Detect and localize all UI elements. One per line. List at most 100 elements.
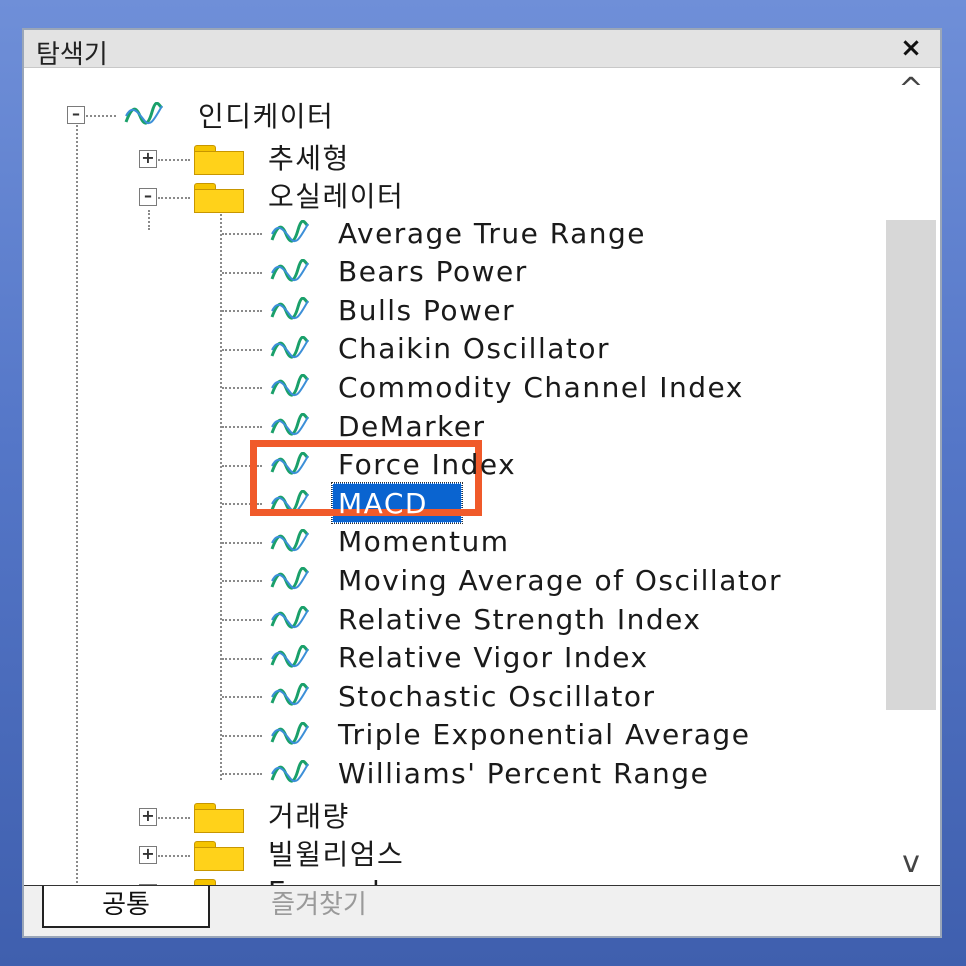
- indicator-icon: [270, 567, 310, 590]
- indicator-icon: [270, 220, 310, 243]
- indicator-icon: [270, 721, 310, 745]
- tree-connector: [76, 114, 78, 885]
- tree-item-volume[interactable]: 거래량: [264, 796, 354, 834]
- tree-item-indicator[interactable]: Relative Strength Index: [334, 600, 705, 638]
- vertical-scrollbar[interactable]: ^ v: [886, 70, 936, 885]
- tree-item-label: 추세형: [268, 142, 350, 175]
- tab-common[interactable]: 공통: [42, 886, 210, 928]
- folder-icon: [194, 145, 246, 175]
- navigator-titlebar: 탐색기 ×: [24, 30, 940, 70]
- tree-item-bill-williams[interactable]: 빌윌리엄스: [264, 834, 408, 872]
- tree-connector: [222, 696, 262, 699]
- tree-item-indicator[interactable]: Stochastic Oscillator: [334, 677, 659, 715]
- expander-trend[interactable]: +: [139, 150, 157, 168]
- scroll-down-arrow-icon[interactable]: v: [886, 845, 936, 885]
- tab-favorites[interactable]: 즐겨찾기: [224, 886, 414, 928]
- tree-item-label: Relative Strength Index: [338, 602, 702, 636]
- tree-item-indicator[interactable]: Relative Vigor Index: [334, 639, 653, 677]
- tree-item-label: Average True Range: [338, 216, 646, 250]
- indicator-icon: [270, 258, 310, 282]
- tree-item-trend[interactable]: 추세형: [264, 138, 354, 176]
- scroll-up-arrow-icon[interactable]: ^: [886, 72, 936, 112]
- indicator-icon: [270, 490, 310, 513]
- tree-connector: [222, 271, 262, 274]
- tree-item-label: 거래량: [268, 800, 350, 833]
- tree-connector: [158, 197, 190, 199]
- tree-connector: [222, 464, 262, 467]
- tree-item-label: DeMarker: [338, 409, 486, 443]
- tree-item-oscillators[interactable]: 오실레이터: [264, 176, 408, 214]
- tree-item-label: Bears Power: [338, 255, 528, 289]
- tree-item-indicator[interactable]: Bears Power: [334, 253, 532, 291]
- folder-icon: [194, 183, 246, 213]
- tree-item-indicators[interactable]: 인디케이터: [194, 96, 338, 134]
- tree-item-indicator[interactable]: Triple Exponential Average: [334, 716, 754, 754]
- folder-icon: [194, 803, 246, 833]
- expander-root[interactable]: –: [67, 106, 85, 124]
- tree-connector: [158, 817, 190, 819]
- indicator-icon: [270, 413, 310, 436]
- tree-item-label: Moving Average of Oscillator: [338, 563, 782, 597]
- tree-item-indicator[interactable]: Force Index: [334, 446, 520, 484]
- tree-connector: [222, 657, 262, 660]
- tree-item-label: Stochastic Oscillator: [338, 679, 656, 713]
- tree-item-label: Chaikin Oscillator: [338, 332, 611, 366]
- indicator-icon: [270, 374, 310, 397]
- tree-connector: [222, 233, 262, 235]
- tree-item-label: 오실레이터: [268, 180, 405, 213]
- tree-item-indicator[interactable]: Bulls Power: [334, 291, 519, 329]
- tree-connector: [222, 619, 262, 621]
- tree-connector: [220, 210, 222, 780]
- tree-item-indicator[interactable]: Chaikin Oscillator: [334, 330, 614, 368]
- tree-item-indicator[interactable]: Commodity Channel Index: [334, 368, 748, 406]
- tree-item-label: Williams' Percent Range: [338, 756, 710, 790]
- tree-item-indicator[interactable]: Average True Range: [334, 214, 650, 252]
- tree-connector: [222, 773, 262, 776]
- tree-item-indicator[interactable]: DeMarker: [334, 407, 490, 445]
- tree-item-indicator[interactable]: Williams' Percent Range: [334, 754, 713, 792]
- tree-connector: [222, 734, 262, 737]
- expander-bill-williams[interactable]: +: [139, 846, 157, 864]
- tree-connector: [222, 348, 262, 351]
- close-button[interactable]: ×: [896, 32, 926, 64]
- navigator-tabbar: 공통 즐겨찾기: [24, 885, 940, 936]
- tree-connector: [86, 115, 116, 117]
- indicator-icon: [270, 451, 310, 475]
- indicator-icon: [270, 335, 310, 359]
- indicator-icon: [270, 606, 310, 629]
- expander-volume[interactable]: +: [139, 808, 157, 826]
- navigator-tree: – 인디케이터 + 추세형 – 오실레이터 + 거래량 + 빌윌리엄스 Aver…: [24, 70, 940, 885]
- expander-oscillators[interactable]: –: [139, 188, 157, 206]
- folder-icon: [194, 841, 246, 871]
- tree-item-label: Momentum: [338, 525, 510, 559]
- indicator-icon: [270, 683, 310, 706]
- indicator-icon: [270, 760, 310, 783]
- tree-item-label: 빌윌리엄스: [268, 838, 405, 871]
- tree-connector: [222, 580, 262, 583]
- indicator-icon: [124, 102, 164, 125]
- tree-item-label: Relative Vigor Index: [338, 641, 649, 675]
- tree-item-indicator[interactable]: Moving Average of Oscillator: [334, 561, 786, 599]
- tree-connector: [158, 855, 190, 857]
- navigator-panel: 탐색기 × – 인디케이터 + 추세형 – 오실레이터 + 거래량 + 빌윌리엄…: [22, 28, 942, 938]
- tree-connector: [222, 426, 262, 428]
- tree-connector: [158, 159, 190, 161]
- navigator-title: 탐색기: [36, 40, 108, 70]
- tree-item-label: Commodity Channel Index: [338, 370, 744, 404]
- tree-item-label: Triple Exponential Average: [338, 718, 751, 752]
- tree-item-examples[interactable]: Examples: [264, 872, 420, 886]
- tree-connector: [222, 503, 262, 506]
- indicator-icon: [270, 644, 310, 668]
- indicator-icon: [270, 297, 310, 320]
- tree-connector: [148, 210, 150, 230]
- tree-item-label: MACD: [338, 486, 428, 520]
- indicator-icon: [270, 528, 310, 552]
- tree-item-indicator[interactable]: Momentum: [334, 523, 514, 561]
- tree-connector: [222, 541, 262, 544]
- tree-item-label: Bulls Power: [338, 293, 516, 327]
- scroll-thumb[interactable]: [886, 220, 936, 710]
- tree-item-indicator[interactable]: MACD: [334, 484, 432, 522]
- tree-item-label: Examples: [264, 875, 420, 886]
- tree-item-label: 인디케이터: [198, 100, 335, 133]
- tree-connector: [222, 310, 262, 313]
